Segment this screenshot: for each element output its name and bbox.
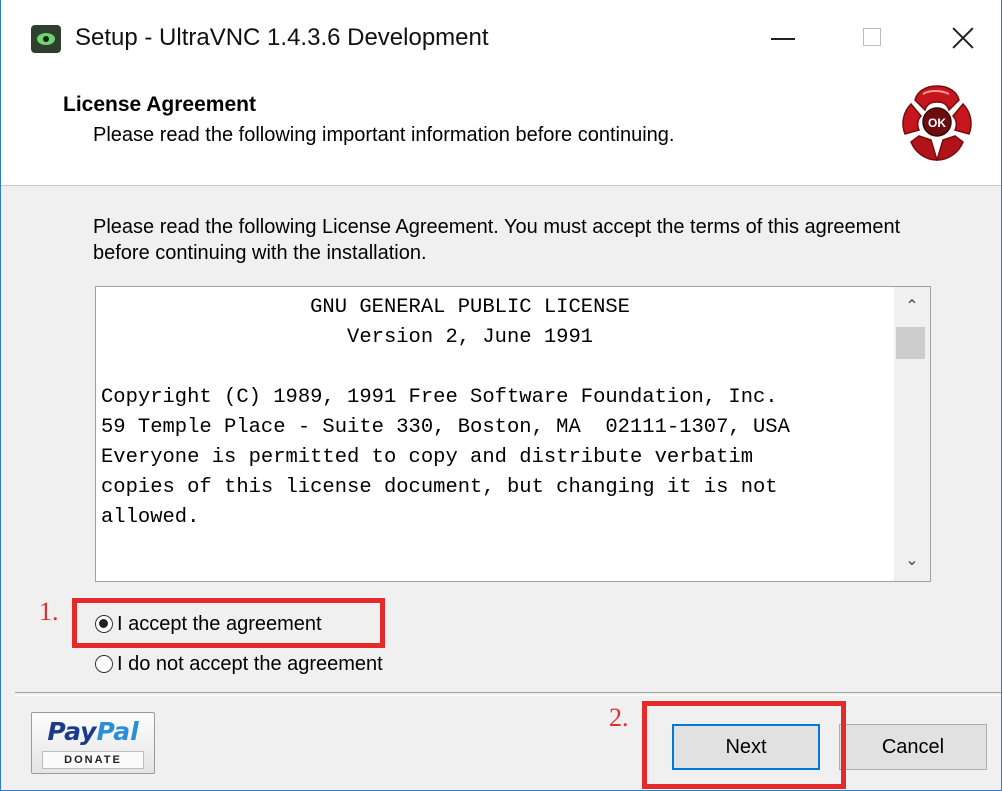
maximize-button[interactable] [843, 10, 903, 66]
scroll-up-icon[interactable]: ⌃ [894, 291, 930, 323]
intro-text: Please read the following License Agreem… [93, 216, 901, 264]
license-text: GNU GENERAL PUBLIC LICENSE Version 2, Ju… [101, 296, 790, 529]
paypal-logo: PayPal [32, 717, 154, 746]
app-icon [31, 25, 61, 53]
paypal-word-pay: Pay [47, 717, 97, 746]
page-subtitle: Please read the following important info… [93, 124, 675, 146]
scroll-down-icon[interactable]: ⌄ [894, 545, 930, 577]
paypal-donate-label: DONATE [42, 751, 144, 769]
cancel-button[interactable]: Cancel [839, 724, 987, 770]
page-title: License Agreement [63, 93, 256, 116]
annotation-highlight-step1 [72, 598, 385, 648]
page-header: License Agreement Please read the follow… [1, 76, 1001, 186]
ultravnc-logo-icon: OK [902, 85, 972, 161]
decline-radio-button[interactable] [95, 655, 113, 673]
annotation-highlight-step2 [642, 701, 846, 789]
license-scrollbar[interactable]: ⌃ ⌄ [894, 287, 930, 581]
setup-window: Setup - UltraVNC 1.4.3.6 Development Lic… [0, 0, 1002, 791]
decline-radio-label[interactable]: I do not accept the agreement [117, 653, 383, 676]
title-bar[interactable]: Setup - UltraVNC 1.4.3.6 Development [1, 0, 1001, 76]
license-textbox[interactable]: GNU GENERAL PUBLIC LICENSE Version 2, Ju… [95, 286, 931, 582]
scroll-thumb[interactable] [896, 327, 925, 359]
minimize-button[interactable] [753, 10, 813, 66]
annotation-step1-number: 1. [39, 597, 59, 626]
paypal-word-pal: Pal [96, 717, 139, 746]
svg-text:OK: OK [928, 116, 946, 130]
decline-radio-option[interactable]: I do not accept the agreement [95, 649, 383, 679]
footer-divider [15, 692, 1001, 696]
close-button[interactable] [933, 10, 993, 66]
paypal-donate-button[interactable]: PayPal DONATE [31, 712, 155, 774]
annotation-step2-number: 2. [609, 703, 629, 732]
window-title: Setup - UltraVNC 1.4.3.6 Development [75, 24, 489, 51]
